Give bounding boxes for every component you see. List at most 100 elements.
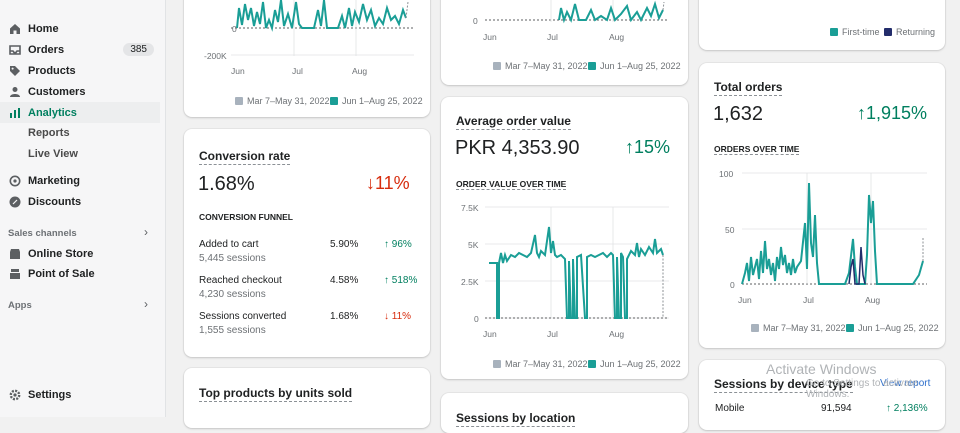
aov-title[interactable]: Average order value bbox=[456, 114, 571, 130]
nav-reports[interactable]: Reports bbox=[28, 127, 70, 139]
card-average-order-value: Average order value PKR 4,353.90 ↑15% OR… bbox=[441, 97, 688, 379]
y-tick: 5K bbox=[468, 240, 479, 250]
funnel-row-name: Reached checkout bbox=[199, 275, 282, 286]
legend-prev-label: Mar 7–May 31, 2022 bbox=[247, 96, 330, 106]
aov-chart bbox=[485, 206, 669, 319]
nav-live-view[interactable]: Live View bbox=[28, 148, 78, 160]
total-orders-title[interactable]: Total orders bbox=[714, 80, 783, 96]
y-tick: 0 bbox=[730, 280, 735, 290]
legend-returning: Returning bbox=[884, 27, 935, 37]
nav-customers[interactable]: Customers bbox=[0, 81, 160, 102]
nav-discounts[interactable]: Discounts bbox=[0, 191, 160, 212]
discount-icon bbox=[8, 195, 21, 208]
legend-swatch-returning bbox=[884, 28, 892, 36]
total-orders-value: 1,632 bbox=[713, 103, 764, 125]
chevron-right-icon[interactable]: › bbox=[144, 225, 148, 239]
apps-label: Apps bbox=[8, 300, 32, 311]
aov-trend: ↑15% bbox=[625, 137, 671, 157]
nav-point-of-sale[interactable]: Point of Sale bbox=[0, 263, 160, 284]
legend-swatch-current bbox=[588, 360, 596, 368]
inbox-icon bbox=[8, 43, 21, 56]
nav-marketing[interactable]: Marketing bbox=[0, 170, 160, 191]
funnel-row-pct: 4.58% bbox=[330, 275, 359, 286]
nav-home[interactable]: Home bbox=[0, 18, 160, 39]
chevron-right-icon[interactable]: › bbox=[144, 297, 148, 311]
nav-online-store[interactable]: Online Store bbox=[0, 243, 160, 264]
y-tick: 0 bbox=[232, 24, 237, 34]
x-tick: Aug bbox=[609, 329, 625, 339]
aov-subtitle: ORDER VALUE OVER TIME bbox=[456, 179, 567, 190]
y-tick: 7.5K bbox=[461, 203, 479, 213]
bar-chart-icon bbox=[8, 106, 21, 119]
orders-chart bbox=[741, 172, 927, 285]
card-sessions-location: Sessions by location bbox=[441, 393, 688, 433]
conversion-rate-title[interactable]: Conversion rate bbox=[199, 149, 291, 165]
target-icon bbox=[8, 174, 21, 187]
legend-prev-label: Mar 7–May 31, 2022 bbox=[505, 359, 588, 369]
x-tick: Jun bbox=[483, 32, 497, 42]
conversion-funnel-title: CONVERSION FUNNEL bbox=[199, 212, 293, 222]
funnel-row-name: Added to cart bbox=[199, 239, 259, 250]
x-tick: Jul bbox=[292, 66, 303, 76]
x-tick: Jul bbox=[547, 32, 558, 42]
nav-settings-label: Settings bbox=[28, 388, 72, 401]
legend-swatch-prev bbox=[751, 324, 759, 332]
top-mid-chart bbox=[485, 0, 669, 24]
nav-orders-label: Orders bbox=[28, 43, 65, 56]
x-tick: Jun bbox=[738, 295, 752, 305]
legend-swatch-first-time bbox=[830, 28, 838, 36]
home-icon bbox=[8, 22, 21, 35]
gear-icon bbox=[8, 388, 21, 401]
nav-orders[interactable]: Orders 385 bbox=[0, 39, 160, 60]
legend-swatch-prev bbox=[493, 360, 501, 368]
card-top-right: First-time Returning bbox=[699, 0, 945, 50]
nav-settings[interactable]: Settings bbox=[0, 384, 160, 405]
sidebar: Home Orders 385 Products Customers Analy… bbox=[0, 0, 166, 417]
legend-current: Jun 1–Aug 25, 2022 bbox=[588, 359, 681, 369]
nav-point-of-sale-label: Point of Sale bbox=[28, 267, 95, 280]
x-tick: Jul bbox=[803, 295, 814, 305]
conversion-rate-trend: ↓11% bbox=[366, 173, 410, 193]
card-conversion-rate: Conversion rate 1.68% ↓11% CONVERSION FU… bbox=[184, 129, 430, 357]
person-icon bbox=[8, 85, 21, 98]
card-top-mid-chart: 0 Jun Jul Aug Mar 7–May 31, 2022 Jun 1–A… bbox=[441, 0, 688, 85]
legend-current: Jun 1–Aug 25, 2022 bbox=[330, 96, 423, 106]
legend-current-label: Jun 1–Aug 25, 2022 bbox=[858, 323, 939, 333]
legend-prev: Mar 7–May 31, 2022 bbox=[235, 96, 330, 106]
activate-windows-watermark: Activate Windows bbox=[766, 361, 877, 377]
x-tick: Aug bbox=[352, 66, 368, 76]
funnel-row-sessions: 5,445 sessions bbox=[199, 253, 266, 264]
orders-count-badge: 385 bbox=[123, 43, 154, 56]
legend-current-label: Jun 1–Aug 25, 2022 bbox=[600, 61, 681, 71]
legend-swatch-current bbox=[846, 324, 854, 332]
x-tick: Jun bbox=[483, 329, 497, 339]
pos-icon bbox=[8, 267, 21, 280]
legend-first-time: First-time bbox=[830, 27, 880, 37]
card-total-orders: Total orders 1,632 ↑1,915% ORDERS OVER T… bbox=[699, 63, 945, 348]
legend-swatch-prev bbox=[493, 62, 501, 70]
nav-products[interactable]: Products bbox=[0, 60, 160, 81]
legend-current: Jun 1–Aug 25, 2022 bbox=[846, 323, 939, 333]
funnel-row-sessions: 1,555 sessions bbox=[199, 325, 266, 336]
legend-swatch-current bbox=[330, 97, 338, 105]
legend-swatch-prev bbox=[235, 97, 243, 105]
legend-current-label: Jun 1–Aug 25, 2022 bbox=[342, 96, 423, 106]
store-icon bbox=[8, 247, 21, 260]
top-products-title[interactable]: Top products by units sold bbox=[199, 386, 353, 402]
tag-icon bbox=[8, 64, 21, 77]
legend-prev: Mar 7–May 31, 2022 bbox=[493, 61, 588, 71]
card-top-products: Top products by units sold bbox=[184, 368, 430, 428]
total-orders-subtitle: ORDERS OVER TIME bbox=[714, 144, 800, 155]
nav-analytics[interactable]: Analytics bbox=[0, 102, 160, 123]
sessions-location-title[interactable]: Sessions by location bbox=[456, 411, 576, 427]
device-row-name: Mobile bbox=[715, 403, 745, 414]
legend-returning-label: Returning bbox=[896, 27, 936, 37]
nav-online-store-label: Online Store bbox=[28, 247, 94, 260]
y-tick: 0 bbox=[474, 314, 479, 324]
legend-swatch-current bbox=[588, 62, 596, 70]
sales-channels-label: Sales channels bbox=[8, 228, 77, 239]
nav-marketing-label: Marketing bbox=[28, 174, 80, 187]
y-tick: 50 bbox=[725, 225, 735, 235]
conversion-rate-value: 1.68% bbox=[198, 173, 255, 195]
funnel-row-change: ↑ 518% bbox=[384, 275, 418, 286]
